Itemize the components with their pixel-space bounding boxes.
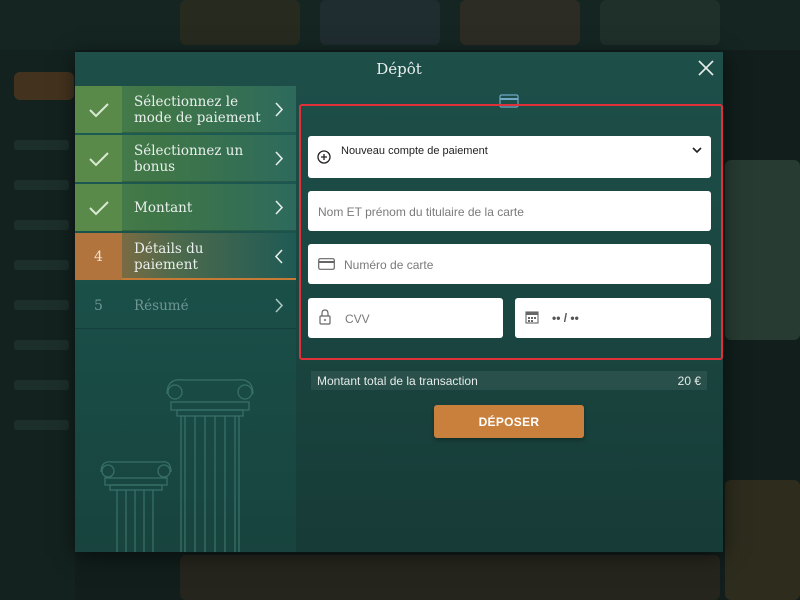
- plus-circle-icon: [317, 150, 331, 164]
- step-number: 5: [94, 297, 103, 314]
- cvv-placeholder: CVV: [345, 312, 370, 326]
- cardholder-placeholder: Nom ET prénom du titulaire de la carte: [318, 205, 524, 219]
- step-summary[interactable]: 5 Résumé: [75, 282, 296, 329]
- pillars-decoration: [100, 379, 254, 552]
- step-indicator: [75, 86, 122, 133]
- step-payment-details[interactable]: 4 Détails du paiement: [75, 233, 296, 280]
- total-label: Montant total de la transaction: [317, 373, 478, 388]
- step-indicator: [75, 184, 122, 231]
- chevron-right-icon: [275, 102, 284, 117]
- chevron-right-icon: [275, 298, 284, 313]
- step-label: Détails du paiement: [134, 240, 204, 273]
- card-number-placeholder: Numéro de carte: [344, 258, 434, 272]
- total-amount: 20 €: [677, 373, 701, 388]
- lock-icon: [319, 309, 331, 325]
- cvv-field[interactable]: CVV: [308, 298, 503, 338]
- step-amount[interactable]: Montant: [75, 184, 296, 231]
- chevron-right-icon: [275, 151, 284, 166]
- chevron-right-icon: [275, 200, 284, 215]
- step-bonus[interactable]: Sélectionnez un bonus: [75, 135, 296, 182]
- card-number-field[interactable]: Numéro de carte: [308, 244, 711, 284]
- modal-header: Dépôt: [75, 52, 723, 86]
- expiry-date-field[interactable]: •• / ••: [515, 298, 711, 338]
- check-icon: [88, 151, 109, 166]
- cardholder-name-field[interactable]: Nom ET prénom du titulaire de la carte: [308, 191, 711, 231]
- expiry-placeholder: •• / ••: [552, 311, 579, 325]
- credit-card-icon: [318, 258, 335, 270]
- chevron-down-icon: [692, 147, 702, 154]
- deposit-button[interactable]: DÉPOSER: [434, 405, 584, 438]
- close-icon[interactable]: [697, 59, 715, 77]
- step-indicator: [75, 135, 122, 182]
- check-icon: [88, 200, 109, 215]
- step-number: 4: [75, 233, 122, 280]
- modal-title: Dépôt: [376, 60, 422, 78]
- calendar-icon: [525, 311, 539, 324]
- steps-sidebar: Sélectionnez le mode de paiement Sélecti…: [75, 86, 296, 552]
- step-label: Sélectionnez le mode de paiement: [134, 93, 261, 126]
- transaction-total-bar: Montant total de la transaction 20 €: [311, 371, 707, 390]
- chevron-left-icon: [274, 249, 283, 264]
- step-label: Résumé: [134, 297, 189, 314]
- payment-account-select[interactable]: Nouveau compte de paiement: [308, 136, 711, 178]
- check-icon: [88, 102, 109, 117]
- step-label: Montant: [134, 199, 193, 216]
- deposit-modal: Dépôt Sélectionnez le mode de paiement S…: [75, 52, 723, 552]
- step-label: Sélectionnez un bonus: [134, 142, 244, 175]
- payment-account-label: Nouveau compte de paiement: [341, 145, 488, 157]
- step-payment-method[interactable]: Sélectionnez le mode de paiement: [75, 86, 296, 133]
